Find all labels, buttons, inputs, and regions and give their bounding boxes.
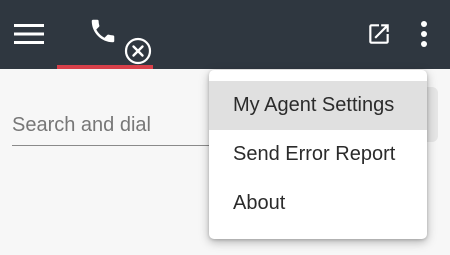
search-field: [12, 105, 242, 147]
top-app-bar: [0, 0, 450, 69]
menu-item-about[interactable]: About: [209, 179, 427, 228]
more-options-button[interactable]: [410, 17, 438, 51]
tab-phone[interactable]: [57, 0, 153, 69]
menu-item-label: My Agent Settings: [233, 94, 395, 116]
menu-item-my-agent-settings[interactable]: My Agent Settings: [209, 81, 427, 130]
search-input[interactable]: [12, 105, 242, 146]
active-tab-indicator: [57, 65, 153, 69]
open-in-new-icon: [369, 24, 389, 44]
options-menu: My Agent Settings Send Error Report Abou…: [209, 70, 427, 239]
circle-x-icon: [124, 37, 152, 65]
menu-item-label: Send Error Report: [233, 143, 396, 165]
menu-item-label: About: [233, 192, 286, 214]
menu-button[interactable]: [10, 15, 48, 53]
phone-icon: [91, 19, 115, 43]
menu-item-send-error-report[interactable]: Send Error Report: [209, 130, 427, 179]
popout-button[interactable]: [362, 17, 396, 51]
more-vertical-icon: [421, 21, 427, 47]
hamburger-menu-icon: [14, 24, 44, 44]
